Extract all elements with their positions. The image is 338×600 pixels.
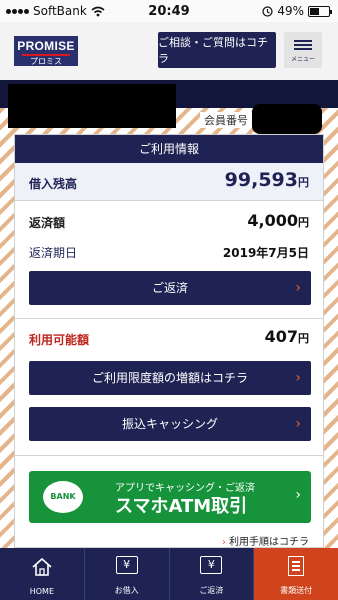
bottom-tab-bar: HOME ¥ お借入 ¥ ご返済 書類送付 — [0, 548, 338, 600]
home-icon — [32, 557, 52, 576]
chevron-right-icon: › — [295, 487, 301, 503]
hamburger-icon — [294, 38, 312, 52]
member-number-label: 会員番号 — [200, 112, 252, 128]
menu-button[interactable]: メニュー — [284, 32, 322, 68]
chevron-right-icon: › — [295, 416, 301, 432]
chevron-right-icon: › — [222, 537, 226, 548]
atm-title: スマホATM取引 — [115, 496, 248, 517]
repay-amount-row: 返済額 4,000円 — [15, 209, 323, 233]
battery-percent: 49% — [277, 4, 304, 18]
transfer-cashing-label: 振込キャッシング — [121, 417, 218, 431]
available-value: 407円 — [264, 327, 309, 346]
tab-home-label: HOME — [29, 587, 55, 596]
logo-text: PROMISE — [17, 39, 75, 53]
tab-document-submit[interactable]: 書類送付 — [254, 548, 338, 600]
tab-borrow[interactable]: ¥ お借入 — [85, 548, 170, 600]
increase-limit-button[interactable]: ご利用限度額の増額はコチラ › — [29, 361, 311, 395]
yen-repay-icon: ¥ — [200, 556, 223, 574]
due-date-row: 返済期日 2019年7月5日 — [15, 239, 323, 263]
promise-logo[interactable]: PROMISE プロミス — [14, 36, 78, 66]
repay-amount-value: 4,000円 — [247, 211, 309, 230]
balance-value: 99,593円 — [224, 169, 309, 191]
battery-icon — [308, 5, 332, 17]
menu-label: メニュー — [290, 55, 315, 63]
tab-document-label: 書類送付 — [280, 586, 313, 595]
available-label: 利用可能額 — [29, 333, 90, 347]
balance-label: 借入残高 — [29, 177, 78, 191]
redacted-name — [8, 84, 176, 128]
tab-repay[interactable]: ¥ ご返済 — [170, 548, 255, 600]
balance-row: 借入残高 99,593円 — [15, 163, 323, 201]
seven-bank-logo: BANK — [43, 481, 83, 513]
tab-borrow-label: お借入 — [114, 586, 139, 595]
status-bar: SoftBank 20:49 49% — [0, 0, 338, 22]
repay-button-label: ご返済 — [151, 281, 188, 295]
repay-button[interactable]: ご返済 › — [29, 271, 311, 305]
due-date-value: 2019年7月5日 — [222, 246, 309, 260]
alarm-icon — [262, 5, 273, 17]
increase-limit-label: ご利用限度額の増額はコチラ — [91, 371, 248, 385]
consult-button[interactable]: ご相談・ご質問はコチラ — [158, 32, 276, 68]
divider — [15, 318, 323, 319]
redacted-member-number — [252, 104, 322, 134]
chevron-right-icon: › — [295, 370, 301, 386]
divider — [15, 455, 323, 456]
smartphone-atm-button[interactable]: BANK アプリでキャッシング・ご返済 スマホATM取引 › — [29, 471, 311, 523]
tab-repay-label: ご返済 — [199, 586, 224, 595]
repay-amount-label: 返済額 — [29, 216, 66, 230]
procedure-link[interactable]: › 利用手順はコチラ — [222, 533, 309, 548]
app-header: PROMISE プロミス ご相談・ご質問はコチラ メニュー — [0, 22, 338, 80]
logo-subtext: プロミス — [22, 54, 70, 67]
card-title: ご利用情報 — [15, 135, 323, 163]
document-icon — [288, 556, 305, 576]
tab-home[interactable]: HOME — [0, 548, 85, 600]
yen-withdraw-icon: ¥ — [115, 556, 138, 574]
transfer-cashing-button[interactable]: 振込キャッシング › — [29, 407, 311, 441]
chevron-right-icon: › — [295, 280, 301, 296]
usage-info-card: ご利用情報 借入残高 99,593円 返済額 4,000円 返済期日 2019年… — [14, 134, 324, 548]
due-date-label: 返済期日 — [29, 246, 78, 260]
